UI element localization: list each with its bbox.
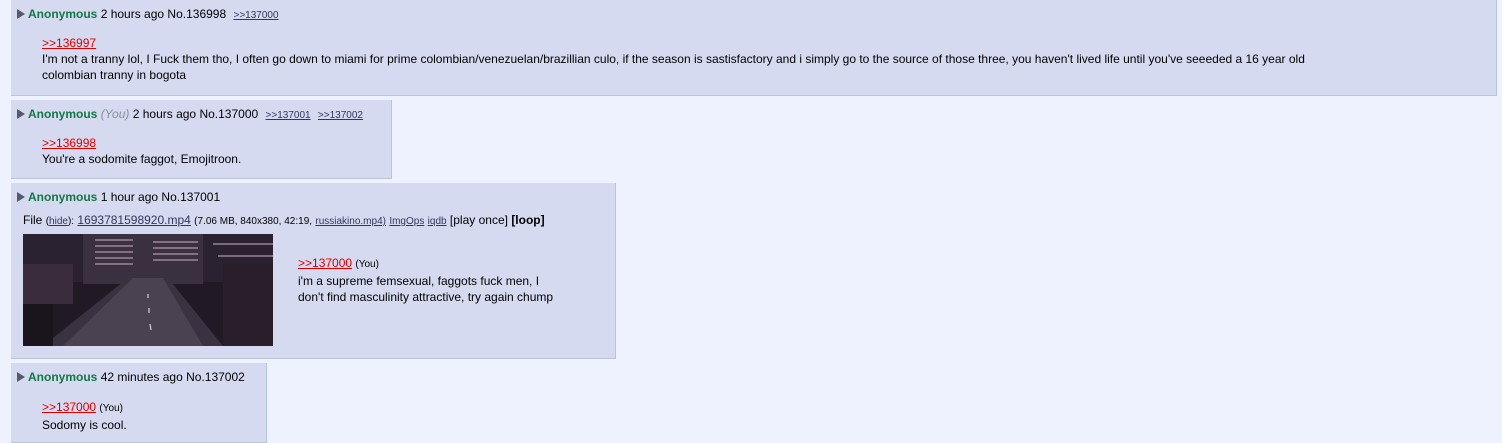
poster-name: Anonymous (28, 370, 98, 384)
post-text: Sodomy is cool. (42, 418, 127, 432)
video-thumbnail[interactable] (23, 234, 273, 346)
post-body: >>137000 (You) Sodomy is cool. (42, 399, 127, 433)
video-frame-image (23, 234, 273, 346)
post-time: 1 hour ago (100, 190, 159, 204)
expand-triangle-icon[interactable] (17, 9, 25, 19)
hide-file-link[interactable]: hide (49, 216, 68, 227)
post-header: Anonymous 1 hour ago No.137001 (17, 190, 220, 204)
backlink[interactable]: >>137000 (233, 10, 278, 21)
backlink[interactable]: >>137001 (266, 110, 311, 121)
iqdb-link[interactable]: iqdb (428, 216, 447, 227)
post-text: I'm not a tranny lol, I Fuck them tho, I… (42, 52, 1305, 66)
quote-you-marker: (You) (355, 259, 379, 270)
post-number[interactable]: No.137000 (199, 107, 258, 121)
post-time: 42 minutes ago (100, 370, 183, 384)
file-info: File (hide): 1693781598920.mp4 (7.06 MB,… (23, 213, 545, 227)
quote-you-marker: (You) (99, 403, 123, 414)
quote-link[interactable]: >>136998 (42, 136, 96, 150)
imgops-link[interactable]: ImgOps (389, 216, 424, 227)
post-text: don't find masculinity attractive, try a… (298, 290, 554, 304)
post-137000: Anonymous (You) 2 hours ago No.137000 >>… (11, 100, 392, 179)
post-number[interactable]: No.137001 (161, 190, 220, 204)
play-once-button[interactable]: [play once] (450, 213, 508, 227)
post-time: 2 hours ago (132, 107, 197, 121)
post-136998: Anonymous 2 hours ago No.136998 >>137000… (11, 0, 1497, 96)
quote-link[interactable]: >>136997 (42, 36, 96, 50)
post-text: colombian tranny in bogota (42, 68, 187, 82)
file-label: File (23, 213, 43, 227)
post-time: 2 hours ago (100, 7, 165, 21)
post-header: Anonymous (You) 2 hours ago No.137000 >>… (17, 107, 363, 123)
post-137001: Anonymous 1 hour ago No.137001 File (hid… (11, 183, 616, 359)
post-header: Anonymous 2 hours ago No.136998 >>137000 (17, 7, 279, 23)
expand-triangle-icon[interactable] (17, 109, 25, 119)
quote-link[interactable]: >>137000 (298, 256, 352, 270)
you-marker: (You) (100, 107, 130, 121)
expand-triangle-icon[interactable] (17, 192, 25, 202)
post-number[interactable]: No.136998 (167, 7, 226, 21)
post-text: i'm a supreme femsexual, faggots fuck me… (298, 274, 540, 288)
expand-triangle-icon[interactable] (17, 372, 25, 382)
post-137002: Anonymous 42 minutes ago No.137002 >>137… (11, 363, 267, 443)
post-header: Anonymous 42 minutes ago No.137002 (17, 370, 245, 384)
post-body: >>136998 You're a sodomite faggot, Emoji… (42, 135, 241, 167)
post-number[interactable]: No.137002 (186, 370, 245, 384)
backlink[interactable]: >>137002 (318, 110, 363, 121)
loop-button[interactable]: [loop] (511, 213, 544, 227)
quote-link[interactable]: >>137000 (42, 400, 96, 414)
file-meta: (7.06 MB, 840x380, 42:19, (194, 216, 313, 227)
post-body: >>136997 I'm not a tranny lol, I Fuck th… (42, 35, 1305, 83)
file-link[interactable]: 1693781598920.mp4 (77, 213, 190, 227)
poster-name: Anonymous (28, 190, 98, 204)
file-source-link[interactable]: russiakino.mp4) (315, 216, 386, 227)
poster-name: Anonymous (28, 107, 98, 121)
poster-name: Anonymous (28, 7, 98, 21)
post-body: >>137000 (You) i'm a supreme femsexual, … (298, 255, 553, 305)
post-text: You're a sodomite faggot, Emojitroon. (42, 152, 242, 166)
